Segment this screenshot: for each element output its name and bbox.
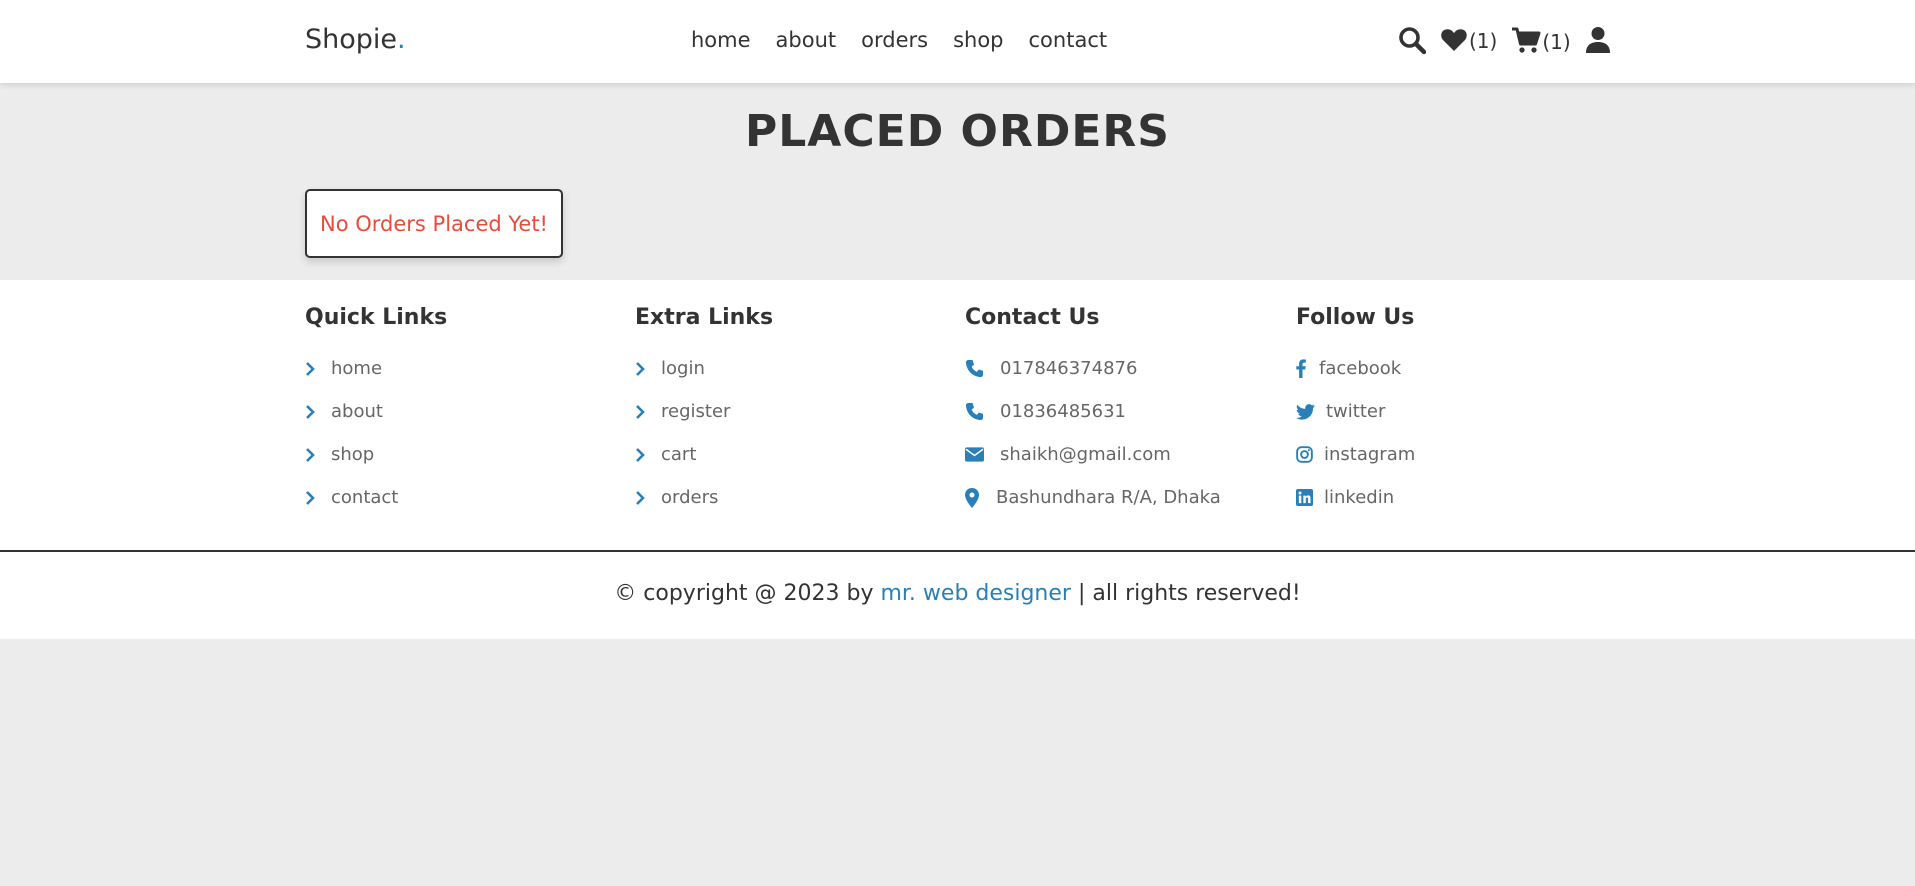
- envelope-icon: [965, 447, 1000, 462]
- chevron-right-icon: [305, 490, 331, 506]
- extra-link-register[interactable]: register: [635, 390, 773, 433]
- logo[interactable]: Shopie.: [305, 24, 406, 55]
- contact-phone-1[interactable]: 017846374876: [965, 347, 1221, 390]
- search-icon: [1399, 27, 1426, 54]
- contact-phone-2[interactable]: 01836485631: [965, 390, 1221, 433]
- wishlist-button[interactable]: (1): [1440, 27, 1497, 53]
- phone-icon: [965, 402, 1000, 421]
- header: Shopie. home about orders shop contact (…: [0, 0, 1915, 83]
- follow-instagram[interactable]: instagram: [1296, 433, 1415, 476]
- extra-link-login[interactable]: login: [635, 347, 773, 390]
- instagram-icon: [1296, 446, 1324, 463]
- nav-contact[interactable]: contact: [1029, 28, 1108, 52]
- extra-links-title: Extra Links: [635, 305, 774, 330]
- chevron-right-icon: [305, 404, 331, 420]
- nav-about[interactable]: about: [776, 28, 837, 52]
- credit-prefix: © copyright @ 2023 by: [614, 581, 881, 606]
- map-marker-icon: [965, 487, 996, 508]
- chevron-right-icon: [305, 361, 331, 377]
- user-icon: [1585, 27, 1610, 53]
- cart-count: (1): [1542, 30, 1571, 54]
- facebook-icon: [1296, 359, 1319, 378]
- contact-column: Contact Us 017846374876 01836485631 shai…: [965, 305, 1221, 519]
- follow-facebook[interactable]: facebook: [1296, 347, 1415, 390]
- user-button[interactable]: [1585, 26, 1611, 54]
- heart-icon: [1441, 29, 1467, 51]
- quick-link-shop[interactable]: shop: [305, 433, 447, 476]
- copyright: © copyright @ 2023 by mr. web designer |…: [0, 581, 1915, 606]
- search-button[interactable]: [1398, 26, 1426, 54]
- contact-email[interactable]: shaikh@gmail.com: [965, 433, 1221, 476]
- empty-orders-message: No Orders Placed Yet!: [305, 189, 563, 258]
- credit-suffix: | all rights reserved!: [1070, 581, 1301, 606]
- chevron-right-icon: [635, 404, 661, 420]
- quick-link-home[interactable]: home: [305, 347, 447, 390]
- quick-link-about[interactable]: about: [305, 390, 447, 433]
- footer-divider: [0, 550, 1915, 552]
- quick-links-title: Quick Links: [305, 305, 448, 330]
- contact-address: Bashundhara R/A, Dhaka: [965, 476, 1221, 519]
- follow-column: Follow Us facebook twitter instagram lin…: [1296, 305, 1415, 519]
- chevron-right-icon: [635, 447, 661, 463]
- follow-title: Follow Us: [1296, 305, 1415, 330]
- quick-links-column: Quick Links home about shop contact: [305, 305, 447, 519]
- extra-link-orders[interactable]: orders: [635, 476, 773, 519]
- follow-linkedin[interactable]: linkedin: [1296, 476, 1415, 519]
- chevron-right-icon: [635, 490, 661, 506]
- cart-icon: [1512, 27, 1541, 53]
- nav-home[interactable]: home: [691, 28, 751, 52]
- credit-author-link[interactable]: mr. web designer: [880, 581, 1071, 606]
- extra-links-column: Extra Links login register cart orders: [635, 305, 773, 519]
- footer: Quick Links home about shop contact Extr…: [0, 280, 1915, 639]
- main-nav: home about orders shop contact: [691, 28, 1107, 52]
- chevron-right-icon: [635, 361, 661, 377]
- logo-dot: .: [397, 24, 406, 55]
- quick-link-contact[interactable]: contact: [305, 476, 447, 519]
- page-title: PLACED ORDERS: [745, 106, 1170, 157]
- nav-orders[interactable]: orders: [861, 28, 928, 52]
- contact-title: Contact Us: [965, 305, 1100, 330]
- chevron-right-icon: [305, 447, 331, 463]
- extra-link-cart[interactable]: cart: [635, 433, 773, 476]
- header-icons: (1) (1): [1398, 26, 1611, 54]
- phone-icon: [965, 359, 1000, 378]
- follow-twitter[interactable]: twitter: [1296, 390, 1415, 433]
- twitter-icon: [1296, 403, 1326, 420]
- cart-button[interactable]: (1): [1511, 26, 1571, 54]
- nav-shop[interactable]: shop: [953, 28, 1003, 52]
- wishlist-count: (1): [1469, 29, 1498, 53]
- linkedin-icon: [1296, 489, 1324, 506]
